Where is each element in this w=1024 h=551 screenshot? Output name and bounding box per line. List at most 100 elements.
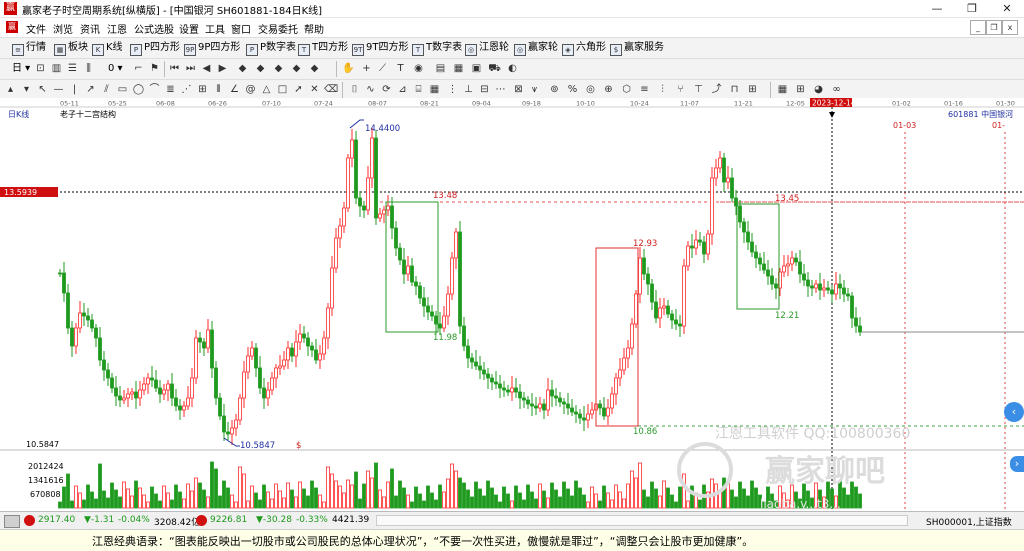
menu-file[interactable]: 文件	[26, 21, 46, 36]
mdi-close-button[interactable]: x	[1002, 20, 1018, 35]
hand-icon[interactable]: ✋	[342, 62, 355, 75]
winner-wheel-button[interactable]: ◎ 赢家轮	[514, 40, 558, 56]
mdi-restore-button[interactable]: ❐	[986, 20, 1002, 35]
sector-button[interactable]: ▦ 板块	[54, 40, 88, 56]
trend-tool-icon[interactable]: ⤴	[710, 83, 723, 96]
p-square-button[interactable]: P P四方形	[130, 40, 180, 56]
fib-tool-icon[interactable]: ≣	[164, 83, 177, 96]
erase-tool-icon[interactable]: ⌫	[324, 83, 338, 96]
diamond-icon-5[interactable]: ◆	[308, 62, 321, 75]
curve-tool-icon[interactable]: ⩛	[528, 83, 541, 96]
first-icon[interactable]: ⏮	[168, 62, 181, 75]
maximize-button[interactable]: ❐	[955, 0, 989, 17]
gann-wheel-button[interactable]: ◎ 江恩轮	[465, 40, 509, 56]
p-number-table-button[interactable]: P P数字表	[246, 40, 296, 56]
square-grid-icon[interactable]: ▦	[428, 83, 441, 96]
fan-tool-icon[interactable]: ⋰	[180, 83, 193, 96]
vlines-icon[interactable]: ⫼	[82, 62, 95, 75]
parallel-tool-icon[interactable]: ≡	[638, 83, 651, 96]
select-arrow-icon[interactable]: ↖	[36, 83, 49, 96]
lock-tool-icon[interactable]: ⊓	[728, 83, 741, 96]
horizontal-scrollbar[interactable]	[376, 515, 908, 526]
cycle-tool-icon[interactable]: ⟳	[380, 83, 393, 96]
percent-tool-icon[interactable]: %	[566, 83, 579, 96]
t-square-button[interactable]: T T四方形	[298, 40, 348, 56]
diamond-icon-1[interactable]: ◆	[236, 62, 249, 75]
table-tool-icon[interactable]: ⊞	[746, 83, 759, 96]
period-tool-icon[interactable]: ⦀	[212, 83, 225, 96]
angle-tool-icon[interactable]: ∠	[228, 83, 241, 96]
box-tool-icon[interactable]: ⊟	[478, 83, 491, 96]
square-tool-icon[interactable]: □	[276, 83, 289, 96]
grid-icon[interactable]: ▦	[452, 62, 465, 75]
bracket-tool-icon[interactable]: ⌷	[348, 83, 361, 96]
time-tool-icon[interactable]: ⊥	[462, 83, 475, 96]
period-select[interactable]: 日 ▾	[12, 61, 30, 77]
crosshair-icon[interactable]: +	[360, 62, 373, 75]
spiral-tool-icon[interactable]: @	[244, 83, 257, 96]
menu-help[interactable]: 帮助	[304, 21, 324, 36]
layout-icon[interactable]: ▦	[776, 83, 789, 96]
kline-chart[interactable]: 05-11 05-25 06-08 06-26 07-10 07-24 08-07 08-21…	[0, 98, 1024, 510]
arrow-tool-icon[interactable]: ➚	[292, 83, 305, 96]
ellipse-grid-icon[interactable]: ⊚	[548, 83, 561, 96]
close-button[interactable]: ✕	[990, 0, 1024, 17]
9p-square-button[interactable]: 9P 9P四方形	[184, 40, 240, 56]
infinity-icon[interactable]: ∞	[830, 83, 843, 96]
ray-tool-icon[interactable]: ↗	[84, 83, 97, 96]
next-icon[interactable]: ⏭	[184, 62, 197, 75]
step-icon[interactable]: ⌐	[132, 62, 145, 75]
forward-icon[interactable]: ▶	[216, 62, 229, 75]
menu-settings[interactable]: 设置	[179, 21, 199, 36]
pie-icon[interactable]: ◕	[812, 83, 825, 96]
ellipse-tool-icon[interactable]: ◯	[132, 83, 145, 96]
diamond-icon-4[interactable]: ◆	[290, 62, 303, 75]
fork-tool-icon[interactable]: ⑂	[674, 83, 687, 96]
wave-tool-icon[interactable]: ∿	[364, 83, 377, 96]
speed-tool-icon[interactable]: ⋯	[494, 83, 507, 96]
flag-icon[interactable]: ⚑	[148, 62, 161, 75]
chart-area[interactable]: 05-11 05-25 06-08 06-26 07-10 07-24 08-07 08-21…	[0, 98, 1024, 510]
gann-grid-icon[interactable]: ⊞	[196, 83, 209, 96]
stat-tool-icon[interactable]: ⊠	[512, 83, 525, 96]
hex-tool-icon[interactable]: ⬡	[620, 83, 633, 96]
stair-tool-icon[interactable]: ⌸	[412, 83, 425, 96]
rect-tool-icon[interactable]: ▭	[116, 83, 129, 96]
menu-window[interactable]: 窗口	[231, 21, 251, 36]
menu-trade[interactable]: 交易委托	[258, 21, 298, 36]
quote-button[interactable]: ≡ 行情	[12, 40, 46, 56]
status-grid-icon[interactable]	[4, 515, 20, 528]
menu-browse[interactable]: 浏览	[53, 21, 73, 36]
calc-icon[interactable]: ▤	[434, 62, 447, 75]
vline-tool-icon[interactable]: |	[68, 83, 81, 96]
color-icon[interactable]: ◐	[506, 62, 519, 75]
t-number-table-button[interactable]: T T数字表	[412, 40, 462, 56]
hlines-icon[interactable]: ☰	[66, 62, 79, 75]
circle-tool-icon[interactable]: ◎	[584, 83, 597, 96]
fan-lines-icon[interactable]: ⋮	[446, 83, 459, 96]
level-tool-icon[interactable]: ⊤	[692, 83, 705, 96]
line-icon[interactable]: ⟋	[376, 62, 389, 75]
menu-tools[interactable]: 工具	[205, 21, 225, 36]
wedge-tool-icon[interactable]: ⊿	[396, 83, 409, 96]
side-collapse-button[interactable]: ›	[1010, 456, 1024, 472]
save-icon[interactable]: ▣	[470, 62, 483, 75]
hexagon-button[interactable]: ◈ 六角形	[562, 40, 606, 56]
side-expand-button[interactable]: ‹	[1004, 402, 1024, 422]
back-icon[interactable]: ◀	[200, 62, 213, 75]
chart-compare-icon[interactable]: ⊞	[794, 83, 807, 96]
minimize-button[interactable]: —	[920, 0, 954, 17]
target-tool-icon[interactable]: ⊕	[602, 83, 615, 96]
value-select[interactable]: 0 ▾	[108, 61, 123, 77]
mark-tool-icon[interactable]: ✕	[308, 83, 321, 96]
up-icon[interactable]: ▴	[4, 83, 17, 96]
zoom-icon[interactable]: ⊡	[34, 62, 47, 75]
mdi-minimize-button[interactable]: _	[970, 20, 986, 35]
hline-tool-icon[interactable]: —	[52, 83, 65, 96]
camera-icon[interactable]: ◉	[412, 62, 425, 75]
diamond-icon-2[interactable]: ◆	[254, 62, 267, 75]
menu-info[interactable]: 资讯	[80, 21, 100, 36]
menu-gann[interactable]: 江恩	[107, 21, 127, 36]
triangle-tool-icon[interactable]: △	[260, 83, 273, 96]
kline-button[interactable]: K K线	[92, 40, 123, 56]
